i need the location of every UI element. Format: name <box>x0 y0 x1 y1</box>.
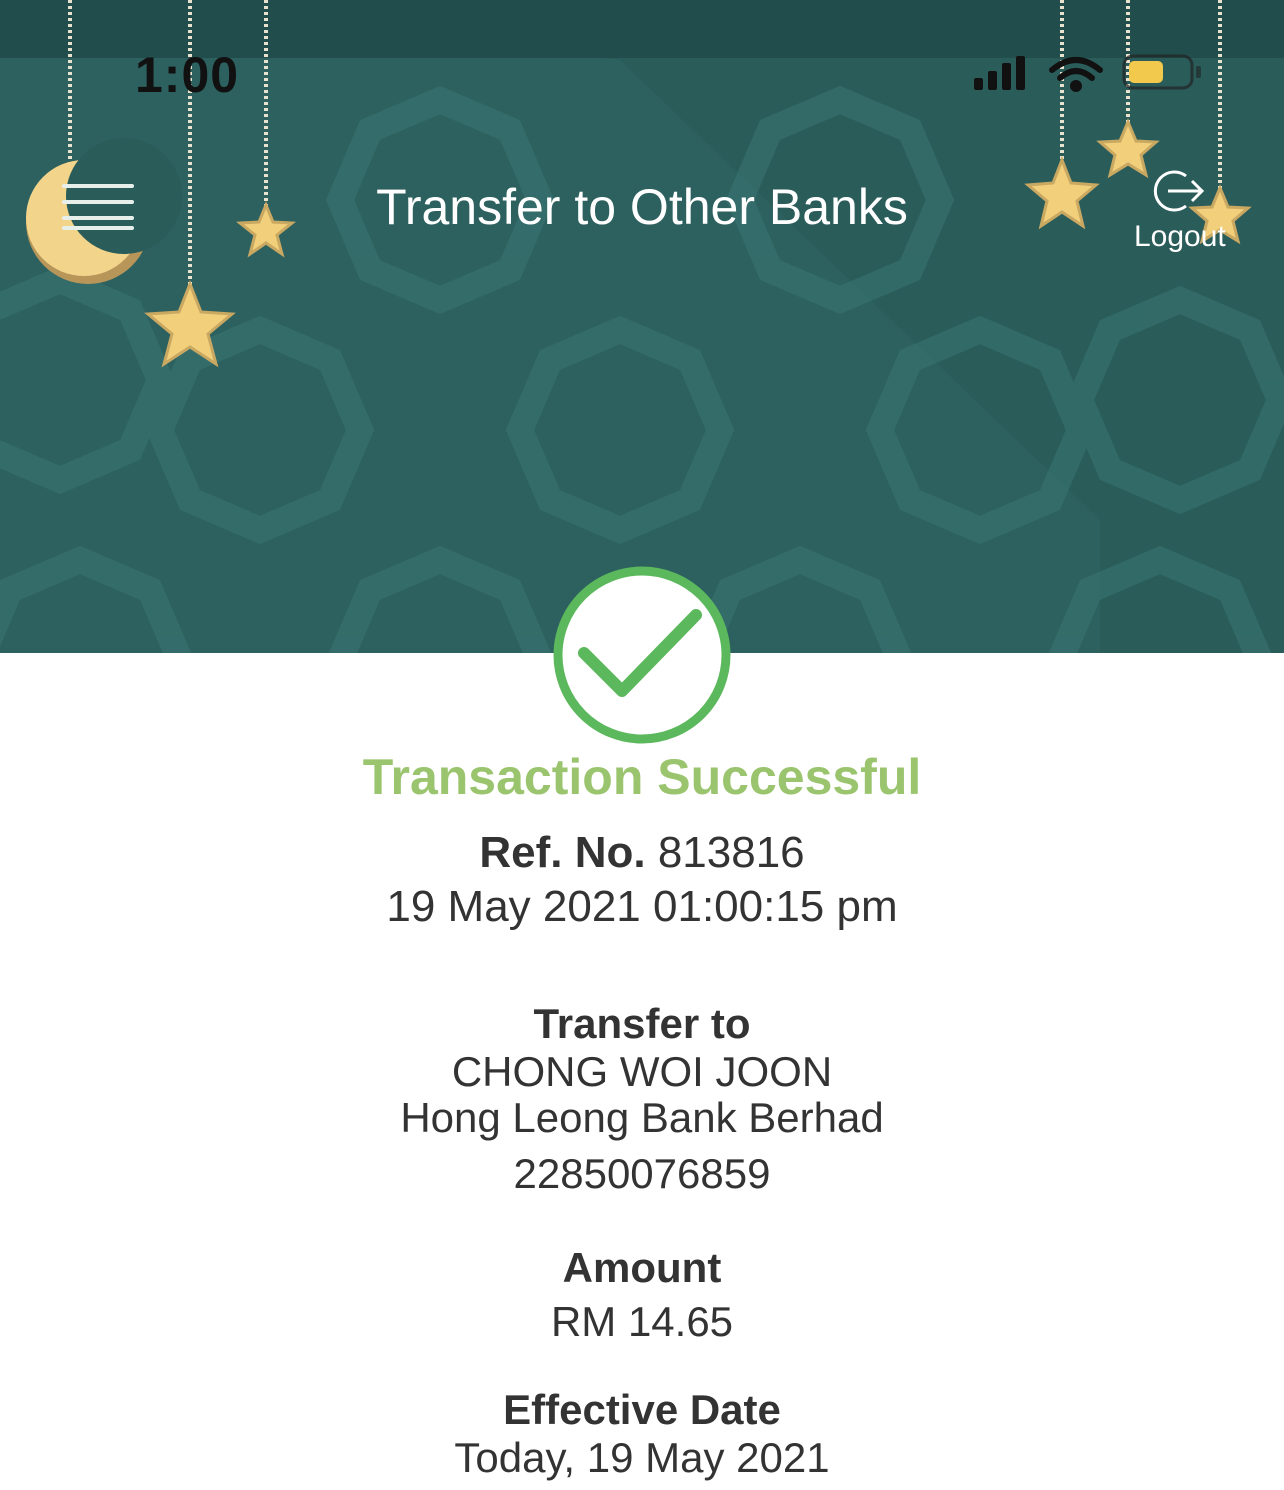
cellular-signal-icon <box>974 56 1025 90</box>
transfer-to-label: Transfer to <box>533 1000 751 1047</box>
logout-arrow-icon <box>1153 170 1205 212</box>
transaction-status-title: Transaction Successful <box>362 749 922 805</box>
effective-date-value: Today, 19 May 2021 <box>454 1434 830 1481</box>
reference-number-value: 813816 <box>657 828 805 877</box>
wifi-icon <box>1049 57 1103 92</box>
effective-date-label: Effective Date <box>503 1386 781 1433</box>
status-bar-time: 1:00 <box>135 47 240 103</box>
reference-number-label: Ref. No. <box>479 828 646 877</box>
logout-label[interactable]: Logout <box>1134 220 1226 254</box>
amount-label: Amount <box>562 1244 722 1291</box>
recipient-bank-name: Hong Leong Bank Berhad <box>400 1094 884 1141</box>
battery-icon <box>1122 54 1201 90</box>
recipient-account-number: 22850076859 <box>513 1150 771 1197</box>
amount-value: RM 14.65 <box>550 1298 734 1345</box>
header-banner: 1:00 Transfer to Other Banks Logout <box>0 0 1284 653</box>
recipient-name: CHONG WOI JOON <box>451 1048 833 1095</box>
reference-number-line: Ref. No. 813816 <box>0 828 1284 878</box>
success-check-icon <box>553 566 731 744</box>
transaction-datetime: 19 May 2021 01:00:15 pm <box>386 882 898 931</box>
page-title: Transfer to Other Banks <box>376 179 908 235</box>
status-bar-icons <box>974 54 1201 92</box>
